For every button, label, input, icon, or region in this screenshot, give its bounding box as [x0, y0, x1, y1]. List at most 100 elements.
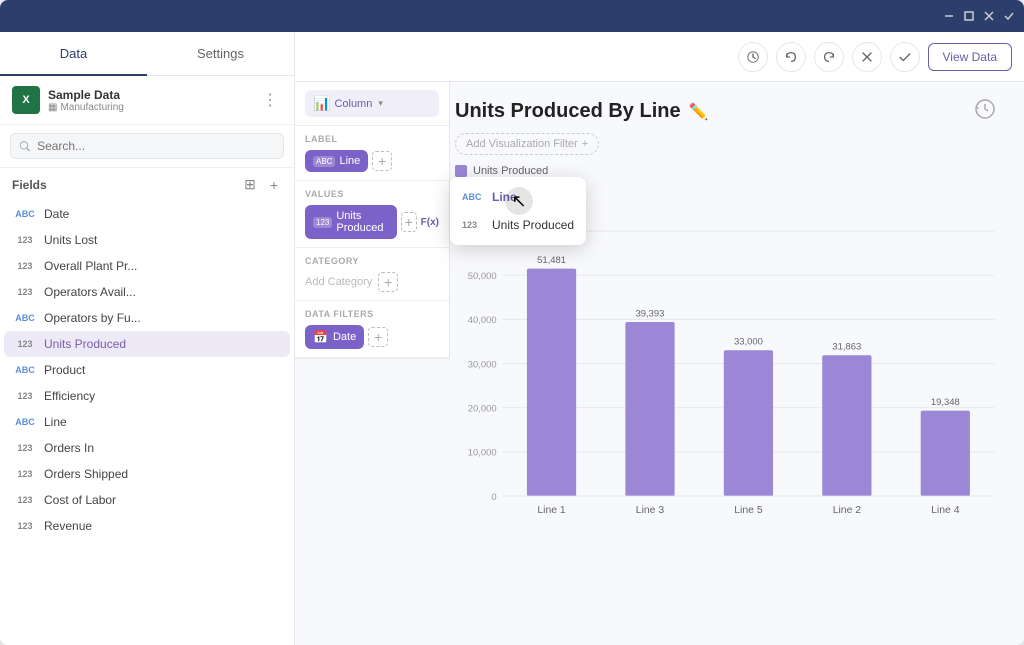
- values-section: VALUES 123 Units Produced + F(x): [295, 181, 449, 248]
- field-item-units-lost[interactable]: 123 Units Lost: [4, 227, 290, 253]
- values-type-badge: 123: [313, 217, 332, 228]
- svg-text:19,348: 19,348: [931, 397, 960, 408]
- redo-button[interactable]: [814, 42, 844, 72]
- fields-grid-button[interactable]: ⊞: [240, 174, 260, 195]
- close-toolbar-button[interactable]: [852, 42, 882, 72]
- field-name: Operators Avail...: [44, 285, 136, 299]
- field-item-efficiency[interactable]: 123 Efficiency: [4, 383, 290, 409]
- fields-actions: ⊞ +: [240, 174, 282, 195]
- edit-title-button[interactable]: ✏️: [689, 102, 709, 122]
- field-name: Line: [44, 415, 67, 429]
- chart-type-label: Column: [334, 98, 372, 110]
- data-filters-section: DATA FILTERS 📅 Date +: [295, 301, 449, 358]
- field-name: Orders Shipped: [44, 467, 128, 481]
- clock-button[interactable]: [738, 42, 768, 72]
- field-item-units-produced[interactable]: 123 Units Produced: [4, 331, 290, 357]
- popup-type-badge: ABC: [462, 192, 484, 202]
- category-add-button[interactable]: +: [378, 272, 398, 292]
- label-field-pill[interactable]: ABC Line: [305, 150, 368, 172]
- right-toolbar: View Data: [295, 32, 1024, 82]
- add-category-row[interactable]: Add Category +: [305, 272, 439, 292]
- field-name: Efficiency: [44, 389, 95, 403]
- field-item-date[interactable]: ABC Date: [4, 201, 290, 227]
- popup-item-name: Units Produced: [492, 218, 574, 232]
- field-item-product[interactable]: ABC Product: [4, 357, 290, 383]
- field-type-badge: ABC: [12, 417, 38, 427]
- minimize-button[interactable]: [942, 9, 956, 23]
- filter-chip-date[interactable]: 📅 Date: [305, 325, 364, 349]
- field-type-badge: ABC: [12, 365, 38, 375]
- chart-clock-icon: [974, 98, 1004, 125]
- field-type-badge: 123: [12, 469, 38, 479]
- label-add-button[interactable]: +: [372, 151, 392, 171]
- field-name: Overall Plant Pr...: [44, 259, 137, 273]
- field-item-revenue[interactable]: 123 Revenue: [4, 513, 290, 539]
- field-item-operators-avail...[interactable]: 123 Operators Avail...: [4, 279, 290, 305]
- field-item-operators-by-fu...[interactable]: ABC Operators by Fu...: [4, 305, 290, 331]
- field-type-badge: 123: [12, 339, 38, 349]
- search-icon: [19, 140, 31, 153]
- chevron-down-icon: ▾: [378, 98, 383, 109]
- add-filter-label: Add Visualization Filter: [466, 138, 578, 150]
- svg-text:50,000: 50,000: [468, 271, 497, 282]
- dropdown-item-units-produced[interactable]: 123 Units Produced: [450, 211, 586, 239]
- field-type-badge: 123: [12, 521, 38, 531]
- svg-text:10,000: 10,000: [468, 448, 497, 459]
- legend-color-box: [455, 165, 467, 177]
- category-section: CATEGORY Add Category +: [295, 248, 449, 301]
- close-button[interactable]: [982, 9, 996, 23]
- svg-text:Line 5: Line 5: [734, 505, 763, 516]
- add-filter-button[interactable]: Add Visualization Filter +: [455, 133, 599, 155]
- label-type-badge: ABC: [313, 156, 335, 167]
- field-type-badge: ABC: [12, 209, 38, 219]
- fields-label: Fields: [12, 178, 47, 192]
- config-panel: 📊 Column ▾ LABEL ABC Line +: [295, 82, 450, 359]
- legend-label: Units Produced: [473, 165, 548, 177]
- data-filters-title: DATA FILTERS: [305, 309, 439, 319]
- check-toolbar-button[interactable]: [890, 42, 920, 72]
- check-button[interactable]: [1002, 9, 1016, 23]
- field-item-overall-plant-pr...[interactable]: 123 Overall Plant Pr...: [4, 253, 290, 279]
- maximize-button[interactable]: [962, 9, 976, 23]
- dropdown-item-line[interactable]: ABC Line: [450, 183, 586, 211]
- field-type-badge: 123: [12, 495, 38, 505]
- svg-text:39,393: 39,393: [636, 308, 665, 319]
- label-field-row: ABC Line +: [305, 150, 439, 172]
- svg-text:30,000: 30,000: [468, 359, 497, 370]
- field-name: Units Lost: [44, 233, 97, 247]
- view-data-button[interactable]: View Data: [928, 43, 1012, 71]
- field-type-badge: 123: [12, 261, 38, 271]
- field-item-cost-of-labor[interactable]: 123 Cost of Labor: [4, 487, 290, 513]
- field-name: Operators by Fu...: [44, 311, 141, 325]
- svg-text:33,000: 33,000: [734, 337, 763, 348]
- chart-title: Units Produced By Line: [455, 100, 681, 123]
- field-item-orders-in[interactable]: 123 Orders In: [4, 435, 290, 461]
- field-name: Cost of Labor: [44, 493, 116, 507]
- values-field-row: 123 Units Produced + F(x): [305, 205, 439, 239]
- svg-text:Line 2: Line 2: [833, 505, 862, 516]
- kebab-menu-button[interactable]: ⋮: [258, 86, 282, 114]
- fx-button[interactable]: F(x): [421, 217, 439, 228]
- field-item-orders-shipped[interactable]: 123 Orders Shipped: [4, 461, 290, 487]
- fields-add-button[interactable]: +: [266, 175, 282, 195]
- values-add-button[interactable]: +: [401, 212, 417, 232]
- field-name: Orders In: [44, 441, 94, 455]
- search-input[interactable]: [37, 139, 275, 153]
- calendar-icon: 📅: [313, 330, 328, 344]
- field-type-badge: 123: [12, 443, 38, 453]
- field-type-badge: ABC: [12, 313, 38, 323]
- field-item-line[interactable]: ABC Line: [4, 409, 290, 435]
- search-box: [10, 133, 284, 159]
- chart-type-section: 📊 Column ▾: [295, 82, 449, 126]
- excel-icon: X: [12, 86, 40, 114]
- plus-icon: +: [582, 138, 588, 150]
- chart-type-selector[interactable]: 📊 Column ▾: [305, 90, 439, 117]
- tab-data[interactable]: Data: [0, 32, 147, 76]
- field-name: Product: [44, 363, 85, 377]
- values-field-pill[interactable]: 123 Units Produced: [305, 205, 397, 239]
- right-panel: View Data 📊 Column ▾ LABEL: [295, 32, 1024, 645]
- filter-add-button[interactable]: +: [368, 327, 388, 347]
- values-section-title: VALUES: [305, 189, 439, 199]
- undo-button[interactable]: [776, 42, 806, 72]
- tab-settings[interactable]: Settings: [147, 32, 294, 76]
